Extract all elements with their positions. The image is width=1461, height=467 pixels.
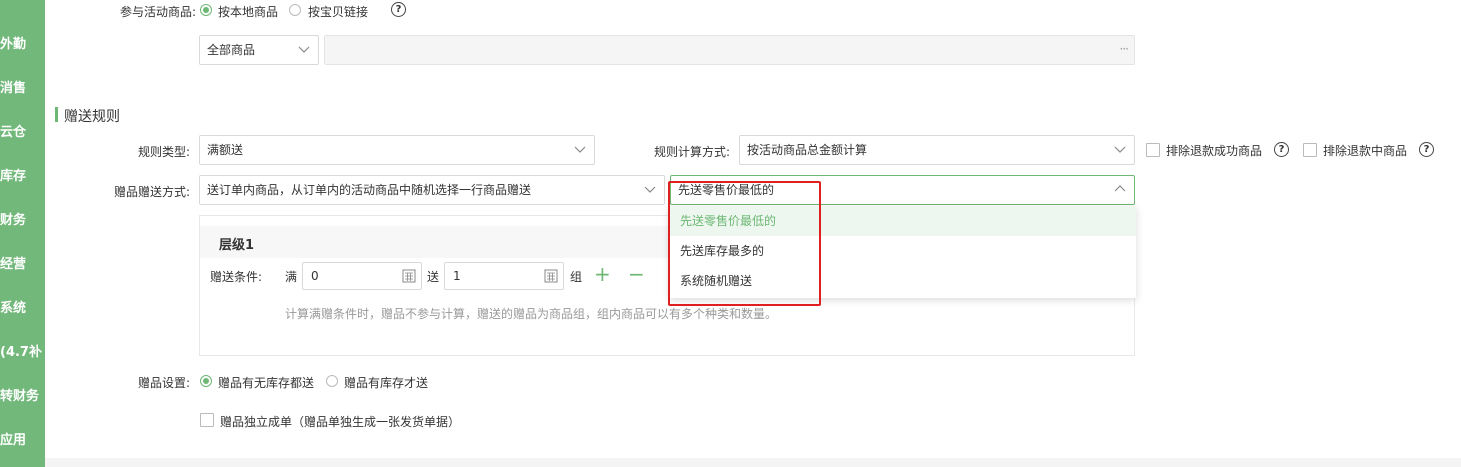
gift-method-value: 送订单内商品，从订单内的活动商品中随机选择一行商品赠送: [207, 183, 532, 197]
sidebar-item-transfer-finance[interactable]: 转财务: [0, 385, 45, 404]
goods-scope-select[interactable]: 全部商品: [199, 35, 319, 65]
exclude-refunding-help-icon[interactable]: ?: [1419, 142, 1434, 157]
sidebar-item-sales[interactable]: 消售: [0, 77, 45, 96]
rule-type-select[interactable]: 满额送: [199, 135, 595, 165]
calculator-icon[interactable]: [402, 269, 416, 283]
participating-goods-help-icon[interactable]: ?: [391, 2, 406, 17]
calc-method-select[interactable]: 按活动商品总金额计算: [739, 135, 1135, 165]
goods-picker[interactable]: ···: [324, 35, 1135, 65]
tier-title: 层级1: [219, 238, 255, 253]
calc-method-label: 规则计算方式:: [653, 145, 730, 159]
radio-item-link[interactable]: [289, 4, 301, 16]
chevron-down-icon: [574, 146, 586, 153]
chevron-down-icon: [298, 46, 310, 53]
tier-hint: 计算满赠条件时，赠品不参与计算，赠送的赠品为商品组，组内商品可以有多个种类和数量…: [285, 307, 778, 321]
sidebar: 外勤 消售 云仓 库存 财务 经营 系统 (4.7补 转财务 应用: [0, 0, 45, 467]
goods-scope-value: 全部商品: [207, 43, 256, 57]
highlight-annotation-box: [668, 181, 821, 306]
gift-settings-label: 赠品设置:: [137, 376, 190, 390]
participating-goods-label: 参与活动商品:: [119, 5, 196, 19]
radio-gift-in-stock[interactable]: [326, 375, 338, 387]
more-icon[interactable]: ···: [1120, 42, 1130, 56]
sidebar-item-field[interactable]: 外勤: [0, 33, 45, 52]
add-tier-icon[interactable]: +: [594, 262, 611, 286]
calculator-icon[interactable]: [544, 269, 558, 283]
gift-condition-label: 赠送条件:: [210, 270, 263, 284]
standalone-order-checkbox[interactable]: [200, 413, 214, 427]
sidebar-item-patch[interactable]: (4.7补: [0, 341, 45, 360]
rule-type-value: 满额送: [207, 143, 244, 157]
bottom-divider: [45, 458, 1461, 467]
chevron-up-icon: [1114, 185, 1126, 192]
gift-method-select[interactable]: 送订单内商品，从订单内的活动商品中随机选择一行商品赠送: [199, 175, 665, 205]
sidebar-item-inventory[interactable]: 库存: [0, 165, 45, 184]
give-label: 送: [427, 270, 440, 284]
calc-method-value: 按活动商品总金额计算: [747, 143, 868, 157]
exclude-refunded-checkbox[interactable]: [1146, 143, 1160, 157]
exclude-refunding-checkbox[interactable]: [1303, 143, 1317, 157]
sidebar-item-system[interactable]: 系统: [0, 297, 45, 316]
rule-type-label: 规则类型:: [137, 145, 190, 159]
full-amount-input[interactable]: 0: [302, 262, 422, 290]
group-unit: 组: [570, 270, 583, 284]
radio-gift-in-stock-label[interactable]: 赠品有库存才送: [344, 374, 428, 391]
section-accent-bar: [55, 107, 58, 122]
remove-tier-icon[interactable]: −: [628, 262, 645, 286]
sidebar-item-cloud-warehouse[interactable]: 云仓: [0, 121, 45, 140]
give-quantity-input[interactable]: 1: [444, 262, 564, 290]
radio-gift-any-stock[interactable]: [200, 375, 212, 387]
sidebar-item-finance[interactable]: 财务: [0, 209, 45, 228]
radio-local-goods[interactable]: [200, 4, 212, 16]
exclude-refunding-label[interactable]: 排除退款中商品: [1323, 142, 1407, 159]
gift-method-label: 赠品赠送方式:: [113, 185, 190, 199]
radio-item-link-label[interactable]: 按宝贝链接: [308, 3, 368, 20]
full-label: 满: [285, 270, 298, 284]
chevron-down-icon: [1114, 146, 1126, 153]
standalone-order-label[interactable]: 赠品独立成单（赠品单独生成一张发货单据）: [220, 413, 460, 430]
exclude-refunded-label[interactable]: 排除退款成功商品: [1166, 142, 1262, 159]
full-amount-value: 0: [311, 269, 319, 283]
chevron-down-icon: [644, 186, 656, 193]
radio-gift-any-stock-label[interactable]: 赠品有无库存都送: [218, 374, 314, 391]
exclude-refunded-help-icon[interactable]: ?: [1274, 142, 1289, 157]
give-quantity-value: 1: [453, 269, 461, 283]
section-title: 赠送规则: [64, 109, 120, 125]
sidebar-item-apps[interactable]: 应用: [0, 429, 45, 448]
sidebar-item-operation[interactable]: 经营: [0, 253, 45, 272]
radio-local-goods-label[interactable]: 按本地商品: [218, 3, 278, 20]
